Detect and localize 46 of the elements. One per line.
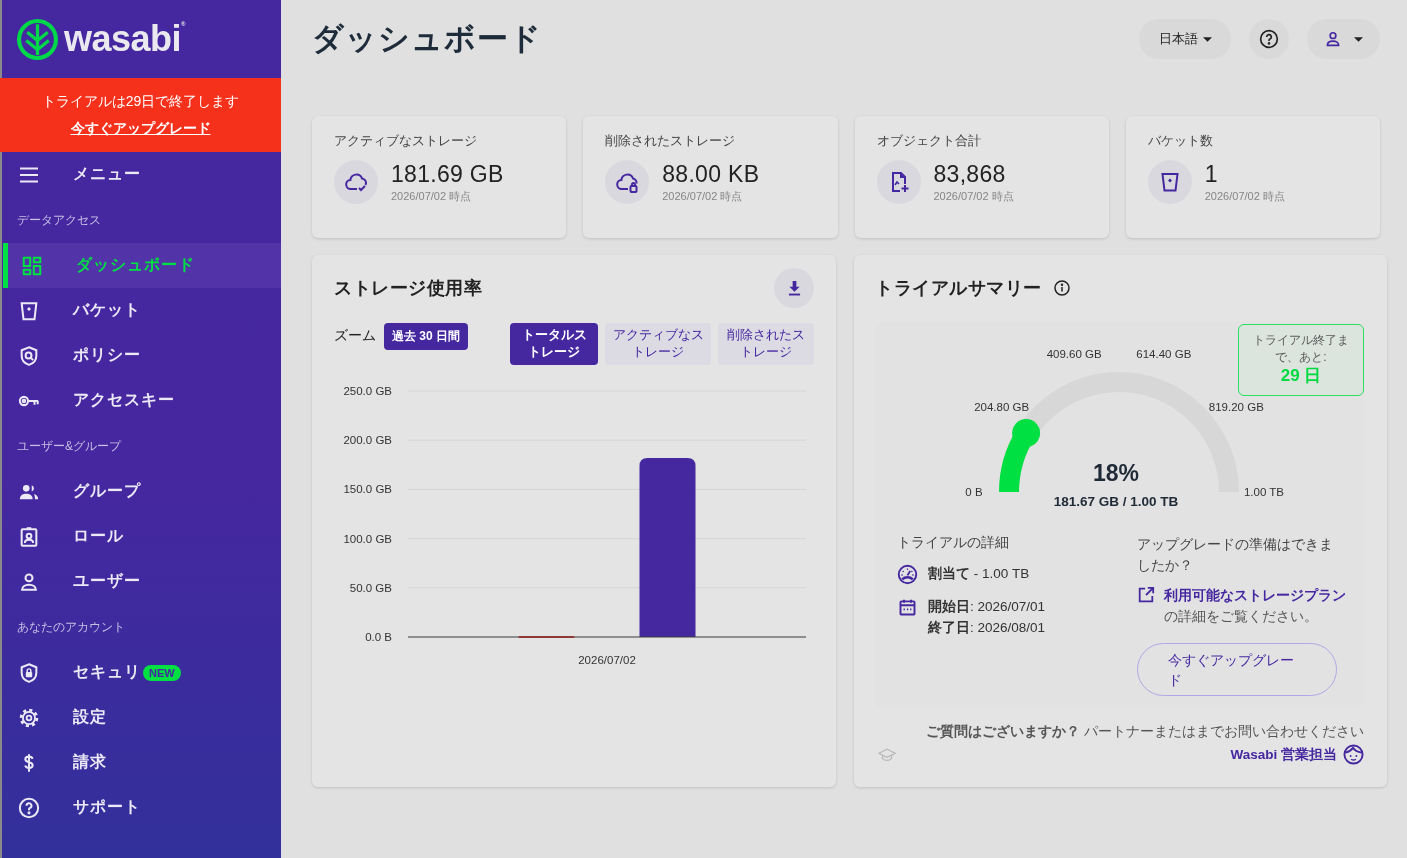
stat-date: 2026/07/02 時点 [933, 189, 1014, 204]
gauge-scale-label: 0 B [965, 486, 983, 498]
stat-date: 2026/07/02 時点 [391, 189, 473, 204]
axis-label: 100.0 GB [343, 532, 392, 545]
zoom-label: ズーム [334, 327, 376, 345]
section-heading: ユーザー&グループ [16, 437, 123, 455]
axis-label: 250.0 GB [343, 385, 392, 397]
trial-ending-text: トライアルは29日で終了します [41, 92, 240, 111]
quota-text: 割当て - 1.00 TB [928, 565, 1030, 583]
gauge-scale-label: 614.40 GB [1136, 348, 1192, 361]
stat-value: 88.00 KB [662, 160, 760, 188]
gauge-usage-text: 181.67 GB / 1.00 TB [1053, 494, 1179, 509]
logo-wordmark: wasabi$^{®}$ [64, 21, 185, 57]
contact-text: ご質問はございますか？ パートナーまたはまでお問い合わせください [926, 723, 1364, 741]
axis-label: 150.0 GB [343, 483, 392, 496]
storage-plans-text: 利用可能なストレージプラン の詳細をご覧ください。 [1164, 587, 1346, 626]
gauge-scale-label: 819.20 GB [1208, 400, 1264, 413]
card-title: ストレージ使用率 [334, 277, 482, 300]
new-badge: NEW [143, 664, 181, 681]
stat-date: 2026/07/02 時点 [1204, 189, 1285, 204]
date-text: 終了日: 2026/08/01 [928, 619, 1046, 637]
remaining-days: 29 日 [1280, 366, 1322, 386]
gauge-scale-label: 1.00 TB [1243, 486, 1285, 498]
stat-value: 83,868 [933, 160, 1007, 188]
section-heading: データアクセス [16, 211, 102, 229]
stat-date: 2026/07/02 時点 [662, 189, 744, 204]
remaining-caption: トライアル終了まで、あと: [1252, 332, 1350, 366]
page-title: ダッシュボード [312, 20, 542, 58]
stat-value: 1 [1204, 160, 1219, 188]
gauge-percent: 18% [1093, 460, 1139, 486]
gauge-scale-label: 204.80 GB [974, 400, 1030, 413]
stat-label: バケット数 [1147, 133, 1214, 149]
stat-value: 181.69 GB [391, 160, 504, 188]
axis-label: 50.0 GB [349, 581, 392, 594]
stat-label: アクティブなストレージ [334, 133, 478, 149]
card-title: トライアルサマリー [875, 277, 1042, 300]
details-heading: トライアルの詳細 [897, 534, 1010, 552]
upgrade-question-text: アップグレードの準備はできましたか？ [1137, 536, 1334, 575]
axis-label: 0.0 B [365, 631, 392, 643]
stat-label: オブジェクト合計 [876, 133, 982, 149]
stat-label: 削除されたストレージ [605, 133, 737, 149]
gauge-scale-label: 409.60 GB [1046, 348, 1102, 361]
axis-label: 2026/07/02 [578, 654, 636, 666]
date-text: 開始日: 2026/07/01 [928, 598, 1046, 616]
axis-label: 200.0 GB [343, 434, 392, 447]
section-heading: あなたのアカウント [16, 618, 126, 636]
